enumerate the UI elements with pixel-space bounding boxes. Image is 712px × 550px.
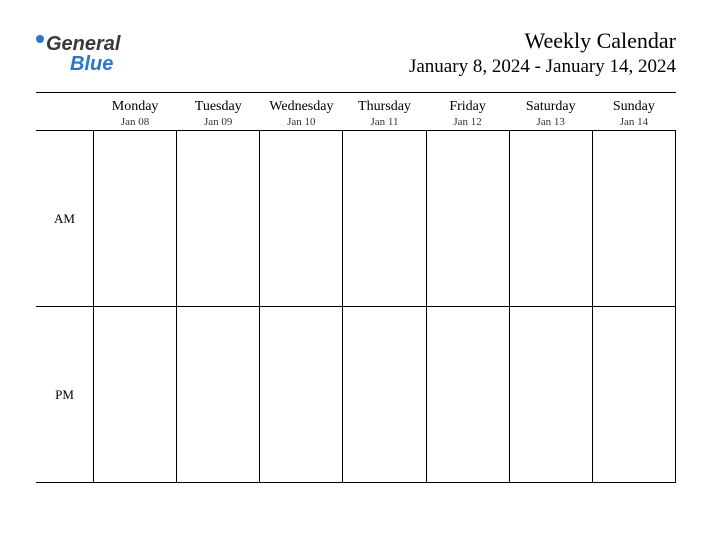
day-date: Jan 12 xyxy=(426,116,509,128)
day-date: Jan 08 xyxy=(94,116,177,128)
title-block: Weekly Calendar January 8, 2024 - Januar… xyxy=(409,28,676,78)
calendar-cell xyxy=(94,131,177,307)
period-label-pm: PM xyxy=(36,307,94,483)
day-header: Thursday Jan 11 xyxy=(343,93,426,131)
day-name: Wednesday xyxy=(260,99,343,115)
logo-text-general: General xyxy=(46,33,120,55)
period-row-am: AM xyxy=(36,131,676,307)
calendar-cell xyxy=(177,307,260,483)
date-range: January 8, 2024 - January 14, 2024 xyxy=(409,56,676,78)
calendar-cell xyxy=(592,307,675,483)
calendar-cell xyxy=(592,131,675,307)
calendar-cell xyxy=(260,131,343,307)
day-name: Friday xyxy=(426,99,509,115)
logo-dot-icon xyxy=(36,35,44,43)
day-name: Monday xyxy=(94,99,177,115)
calendar-cell xyxy=(260,307,343,483)
day-date: Jan 10 xyxy=(260,116,343,128)
day-date: Jan 14 xyxy=(592,116,675,128)
day-name: Saturday xyxy=(509,99,592,115)
calendar-cell xyxy=(426,131,509,307)
day-header: Friday Jan 12 xyxy=(426,93,509,131)
calendar-cell xyxy=(509,307,592,483)
day-header: Monday Jan 08 xyxy=(94,93,177,131)
header-row: General Blue Weekly Calendar January 8, … xyxy=(36,28,676,78)
corner-cell xyxy=(36,93,94,131)
calendar-cell xyxy=(343,307,426,483)
calendar-cell xyxy=(177,131,260,307)
period-row-pm: PM xyxy=(36,307,676,483)
calendar-cell xyxy=(94,307,177,483)
calendar-cell xyxy=(343,131,426,307)
logo-text-blue: Blue xyxy=(70,53,113,75)
day-header: Wednesday Jan 10 xyxy=(260,93,343,131)
day-header: Tuesday Jan 09 xyxy=(177,93,260,131)
calendar-table: Monday Jan 08 Tuesday Jan 09 Wednesday J… xyxy=(36,93,676,483)
period-label-am: AM xyxy=(36,131,94,307)
day-date: Jan 13 xyxy=(509,116,592,128)
calendar-cell xyxy=(426,307,509,483)
day-name: Sunday xyxy=(592,99,675,115)
day-header: Saturday Jan 13 xyxy=(509,93,592,131)
day-name: Tuesday xyxy=(177,99,260,115)
day-name: Thursday xyxy=(343,99,426,115)
calendar-header-row: Monday Jan 08 Tuesday Jan 09 Wednesday J… xyxy=(36,93,676,131)
calendar-cell xyxy=(509,131,592,307)
page-title: Weekly Calendar xyxy=(409,28,676,54)
day-header: Sunday Jan 14 xyxy=(592,93,675,131)
day-date: Jan 11 xyxy=(343,116,426,128)
logo: General Blue xyxy=(36,28,120,74)
day-date: Jan 09 xyxy=(177,116,260,128)
